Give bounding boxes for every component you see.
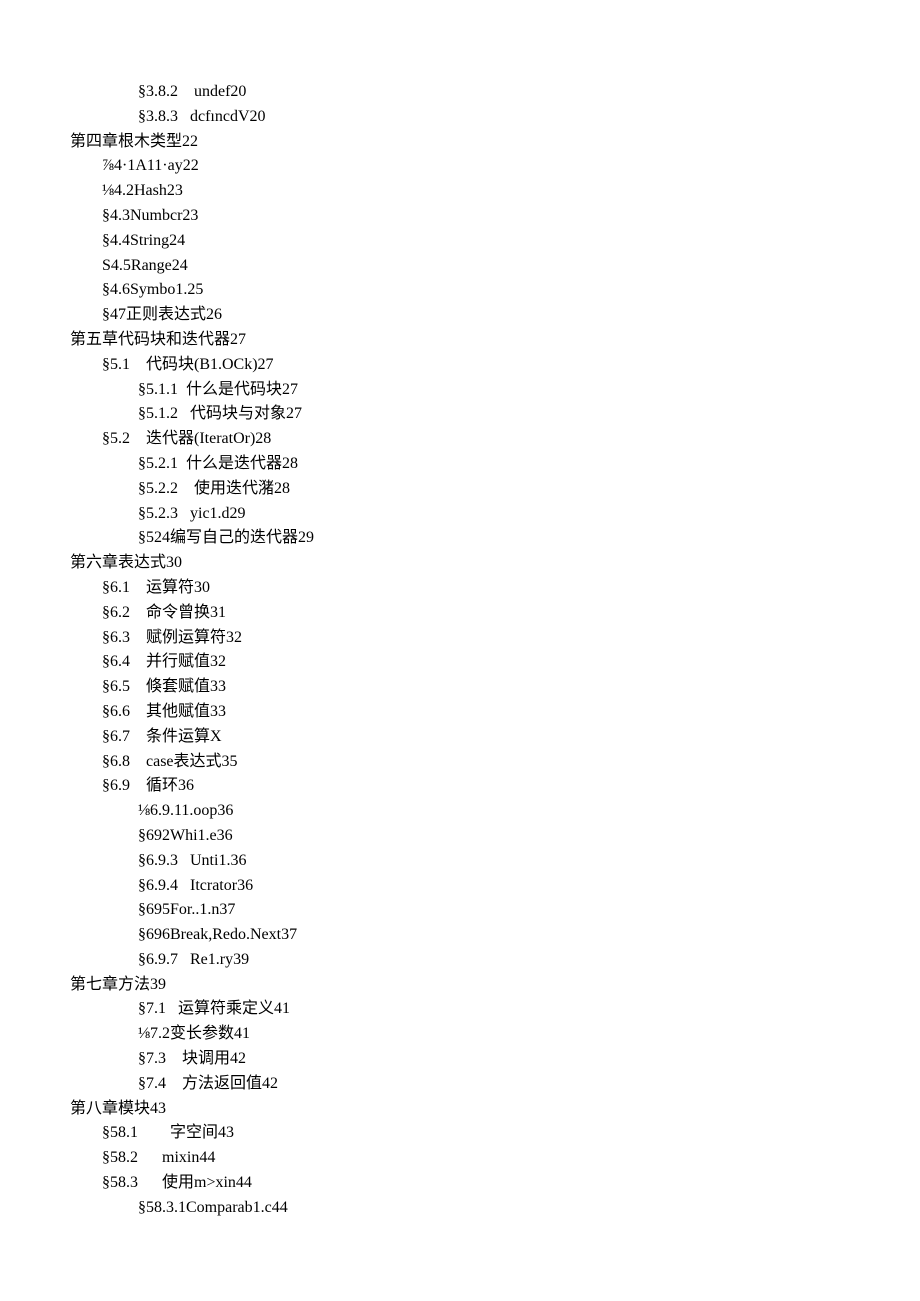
toc-line: §5.1.1 什么是代码块27: [70, 378, 850, 403]
toc-line: §6.3 赋例运算符32: [70, 626, 850, 651]
toc-line: 第六章表达式30: [70, 551, 850, 576]
toc-line: 第七章方法39: [70, 973, 850, 998]
toc-line: §58.3 使用m>xin44: [70, 1171, 850, 1196]
toc-line: §692Whi1.e36: [70, 824, 850, 849]
toc-line: §5.1.2 代码块与对象27: [70, 402, 850, 427]
toc-line: §4.4String24: [70, 229, 850, 254]
toc-line: §6.9.3 Unti1.36: [70, 849, 850, 874]
toc-line: §7.4 方法返回值42: [70, 1072, 850, 1097]
toc-line: §5.2.3 yic1.d29: [70, 502, 850, 527]
toc-line: §6.4 并行赋值32: [70, 650, 850, 675]
toc-line: §5.2 迭代器(IteratOr)28: [70, 427, 850, 452]
toc-line: §5.2.2 使用迭代潴28: [70, 477, 850, 502]
toc-line: §6.7 条件运算X: [70, 725, 850, 750]
toc-line: §5.2.1 什么是迭代器28: [70, 452, 850, 477]
toc-line: ⅛6.9.11.oop36: [70, 799, 850, 824]
toc-line: §5.1 代码块(B1.OCk)27: [70, 353, 850, 378]
toc-line: §7.1 运算符乘定义41: [70, 997, 850, 1022]
table-of-contents: §3.8.2 undef20§3.8.3 dcfıncdV20第四章根木类型22…: [70, 80, 850, 1221]
toc-line: §6.8 case表达式35: [70, 750, 850, 775]
toc-line: §58.2 mixin44: [70, 1146, 850, 1171]
toc-line: §6.2 命令曾换31: [70, 601, 850, 626]
toc-line: §3.8.3 dcfıncdV20: [70, 105, 850, 130]
toc-line: §7.3 块调用42: [70, 1047, 850, 1072]
toc-line: §6.9.4 Itcrator36: [70, 874, 850, 899]
toc-line: §4.6Symbo1.25: [70, 278, 850, 303]
toc-line: ⅞4·1A11·ay22: [70, 154, 850, 179]
toc-line: §6.6 其他赋值33: [70, 700, 850, 725]
toc-line: §6.5 倏套赋值33: [70, 675, 850, 700]
toc-line: 第四章根木类型22: [70, 130, 850, 155]
toc-line: 第五草代码块和迭代器27: [70, 328, 850, 353]
toc-line: §58.3.1Comparab1.c44: [70, 1196, 850, 1221]
toc-line: §58.1 字空间43: [70, 1121, 850, 1146]
toc-line: §6.1 运算符30: [70, 576, 850, 601]
toc-line: §524编写自己的迭代器29: [70, 526, 850, 551]
toc-line: ⅛7.2变长参数41: [70, 1022, 850, 1047]
toc-line: §695For..1.n37: [70, 898, 850, 923]
toc-line: §4.3Numbcr23: [70, 204, 850, 229]
toc-line: S4.5Range24: [70, 254, 850, 279]
toc-line: §3.8.2 undef20: [70, 80, 850, 105]
toc-line: §6.9.7 Re1.ry39: [70, 948, 850, 973]
toc-line: ⅛4.2Hash23: [70, 179, 850, 204]
toc-line: 第八章模块43: [70, 1097, 850, 1122]
toc-line: §47正则表达式26: [70, 303, 850, 328]
toc-line: §6.9 循环36: [70, 774, 850, 799]
toc-line: §696Break,Redo.Next37: [70, 923, 850, 948]
